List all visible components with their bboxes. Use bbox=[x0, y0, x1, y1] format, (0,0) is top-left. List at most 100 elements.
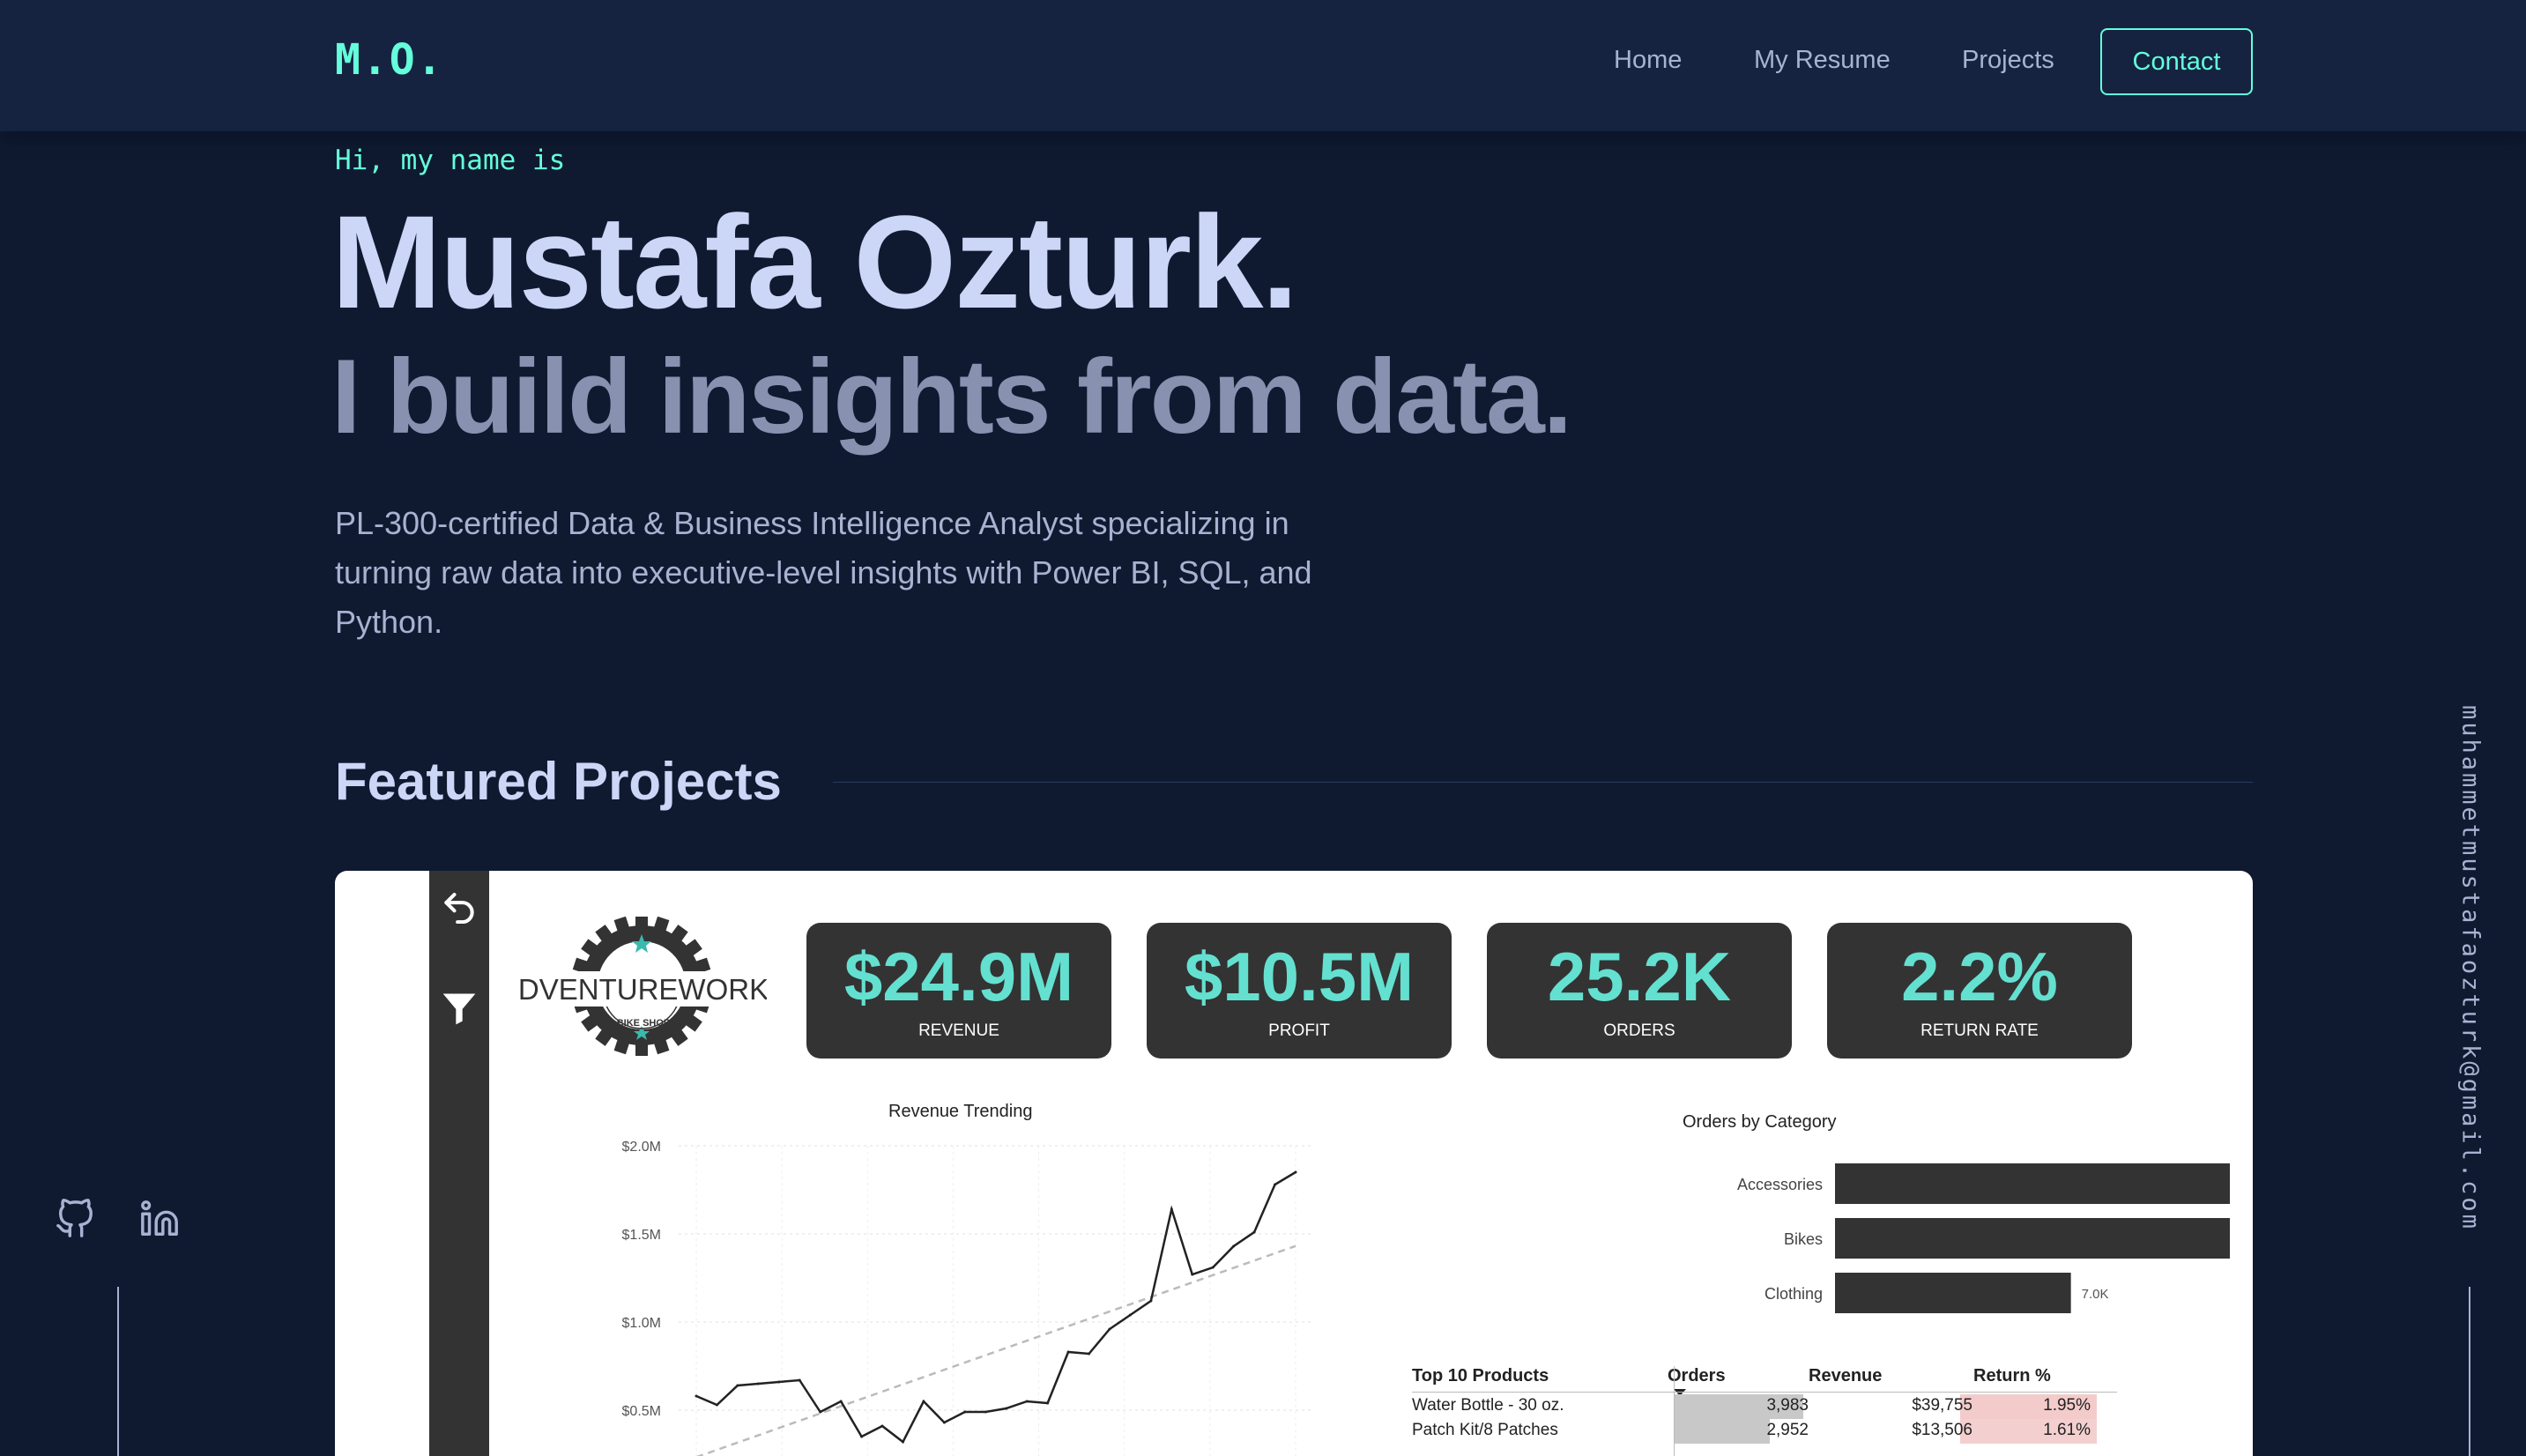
product-cell: Patch Kit/8 Patches bbox=[1412, 1421, 1558, 1439]
revenue-point bbox=[860, 1435, 864, 1438]
featured-projects-title: Featured Projects bbox=[335, 752, 782, 811]
revenue-point bbox=[1170, 1207, 1173, 1211]
revenue-point bbox=[963, 1410, 967, 1414]
revenue-point bbox=[1191, 1273, 1194, 1276]
contact-button[interactable]: Contact bbox=[2100, 28, 2253, 95]
site-logo[interactable]: M.O. bbox=[335, 35, 444, 85]
adventureworks-logo: ADVENTUREWORKS BIKE SHOP bbox=[520, 917, 767, 1056]
project-card-dashboard[interactable]: ADVENTUREWORKS BIKE SHOP $24.9M REVENUE … bbox=[335, 871, 2253, 1456]
hero-name: Mustafa Ozturk. bbox=[331, 188, 1298, 336]
orders-cell: 3,983 bbox=[1766, 1396, 1809, 1415]
revenue-point bbox=[756, 1382, 760, 1385]
table-divider bbox=[1412, 1392, 2117, 1393]
hero-description: PL-300-certified Data & Business Intelli… bbox=[335, 505, 1312, 640]
table-header-product[interactable]: Top 10 Products bbox=[1412, 1366, 1549, 1386]
revenue-point bbox=[1046, 1401, 1050, 1405]
revenue-point bbox=[901, 1440, 904, 1444]
hero-tagline: I build insights from data. bbox=[331, 338, 1572, 456]
table-header-revenue[interactable]: Revenue bbox=[1809, 1366, 1882, 1386]
gear-tooth bbox=[635, 1042, 648, 1056]
left-side-line bbox=[117, 1287, 119, 1456]
linkedin-icon[interactable] bbox=[139, 1199, 180, 1239]
revenue-point bbox=[942, 1421, 946, 1424]
y-tick-label: $0.5M bbox=[622, 1404, 661, 1419]
kpi-value: $10.5M bbox=[1184, 938, 1415, 1015]
kpi-profit: $10.5M PROFIT bbox=[1147, 923, 1452, 1059]
revenue-point bbox=[880, 1424, 884, 1428]
revenue-point bbox=[695, 1394, 698, 1398]
logo-subtext: BIKE SHOP bbox=[617, 1018, 671, 1029]
kpi-value: 25.2K bbox=[1547, 938, 1732, 1015]
kpi-orders: 25.2K ORDERS bbox=[1487, 923, 1792, 1059]
return-cell: 1.95% bbox=[2043, 1396, 2091, 1415]
kpi-value: $24.9M bbox=[843, 938, 1074, 1015]
y-tick-label: $1.5M bbox=[622, 1228, 661, 1243]
category-chart-title: Orders by Category bbox=[1683, 1112, 1837, 1132]
y-tick-label: $2.0M bbox=[622, 1140, 661, 1155]
gear-tooth bbox=[635, 917, 648, 929]
revenue-point bbox=[1252, 1230, 1256, 1234]
table-header-return[interactable]: Return % bbox=[1973, 1366, 2051, 1386]
revenue-cell: $39,755 bbox=[1912, 1396, 1973, 1415]
revenue-point bbox=[1274, 1183, 1277, 1186]
dashboard-sidebar bbox=[429, 871, 489, 1456]
nav-projects-link[interactable]: Projects bbox=[1962, 46, 2054, 75]
kpi-label: REVENUE bbox=[918, 1021, 999, 1040]
logo-text: ADVENTUREWORKS bbox=[520, 973, 767, 1006]
back-arrow-icon[interactable] bbox=[440, 885, 479, 924]
email-link[interactable]: muhammetmustafaozturk@gmail.com bbox=[2450, 705, 2491, 1252]
revenue-series-line bbox=[695, 1170, 1296, 1444]
kpi-value: 2.2% bbox=[1901, 938, 2058, 1015]
kpi-revenue: $24.9M REVENUE bbox=[806, 923, 1111, 1059]
revenue-point bbox=[1088, 1352, 1091, 1356]
top-navbar: M.O. Home My Resume Projects Contact bbox=[0, 0, 2526, 131]
trend-line bbox=[695, 1244, 1296, 1456]
github-icon[interactable] bbox=[55, 1199, 95, 1239]
return-cell: 1.61% bbox=[2043, 1421, 2091, 1439]
category-value-label: 7.0K bbox=[2082, 1287, 2109, 1302]
orders-by-category-chart: Accessories17.0KBikes13.9KClothing7.0K bbox=[1737, 1163, 2230, 1313]
revenue-point bbox=[922, 1400, 925, 1403]
revenue-point bbox=[1066, 1350, 1070, 1354]
revenue-point bbox=[1025, 1400, 1029, 1403]
section-divider bbox=[833, 782, 2253, 783]
nav-home-link[interactable]: Home bbox=[1614, 46, 1682, 75]
table-header-orders[interactable]: Orders bbox=[1668, 1366, 1726, 1386]
revenue-point bbox=[1232, 1244, 1236, 1248]
revenue-point bbox=[1294, 1170, 1297, 1174]
category-label: Clothing bbox=[1764, 1285, 1823, 1303]
revenue-point bbox=[798, 1378, 801, 1382]
orders-cell: 2,952 bbox=[1766, 1421, 1809, 1439]
revenue-point bbox=[715, 1403, 718, 1407]
kpi-label: PROFIT bbox=[1268, 1021, 1330, 1040]
revenue-point bbox=[1005, 1407, 1008, 1410]
kpi-label: RETURN RATE bbox=[1921, 1021, 2039, 1040]
table-row[interactable]: Water Bottle - 30 oz. 3,983 $39,755 1.95% bbox=[1412, 1394, 2117, 1419]
kpi-label: ORDERS bbox=[1603, 1021, 1675, 1040]
revenue-point bbox=[1149, 1299, 1153, 1303]
product-cell: Water Bottle - 30 oz. bbox=[1412, 1396, 1564, 1415]
category-bar[interactable] bbox=[1835, 1218, 2230, 1259]
revenue-trending-chart: $2.0M$1.5M$1.0M$0.5M$0.0M bbox=[622, 1140, 1313, 1456]
revenue-point bbox=[839, 1400, 843, 1403]
revenue-point bbox=[1211, 1266, 1215, 1269]
revenue-point bbox=[819, 1410, 822, 1414]
table-row[interactable]: Patch Kit/8 Patches 2,952 $13,506 1.61% bbox=[1412, 1419, 2117, 1444]
revenue-cell: $13,506 bbox=[1912, 1421, 1973, 1439]
y-tick-label: $1.0M bbox=[622, 1316, 661, 1331]
category-label: Bikes bbox=[1784, 1230, 1823, 1248]
category-bar[interactable] bbox=[1835, 1163, 2230, 1204]
revenue-point bbox=[777, 1380, 781, 1384]
revenue-point bbox=[1108, 1327, 1111, 1331]
hero-greeting: Hi, my name is bbox=[335, 145, 566, 176]
revenue-chart-title: Revenue Trending bbox=[888, 1102, 1033, 1121]
nav-resume-link[interactable]: My Resume bbox=[1754, 46, 1891, 75]
revenue-point bbox=[736, 1384, 739, 1387]
revenue-point bbox=[984, 1410, 987, 1414]
right-side-line bbox=[2469, 1287, 2470, 1456]
category-bar[interactable] bbox=[1835, 1273, 2071, 1313]
filter-icon[interactable] bbox=[440, 989, 479, 1028]
revenue-point bbox=[1128, 1313, 1132, 1317]
category-label: Accessories bbox=[1737, 1176, 1823, 1193]
kpi-return-rate: 2.2% RETURN RATE bbox=[1827, 923, 2132, 1059]
